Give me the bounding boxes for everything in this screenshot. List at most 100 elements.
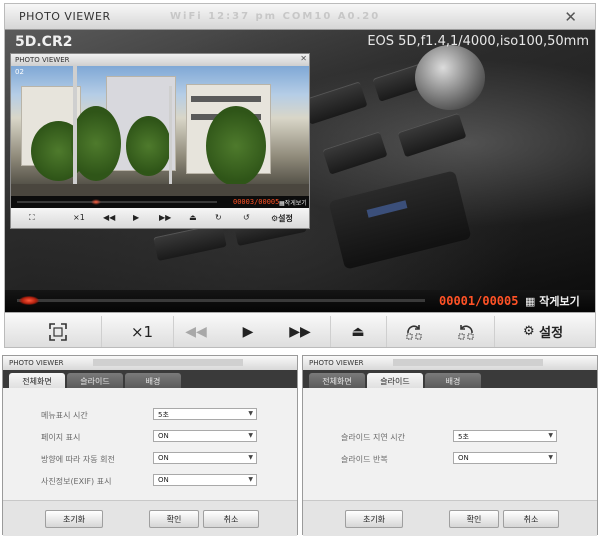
settings-label: 설정 — [539, 326, 564, 341]
fit-screen-icon: ⛶ — [29, 213, 35, 222]
next-button[interactable]: ▶▶ — [275, 313, 325, 347]
tab-fullscreen[interactable]: 전체화면 — [9, 373, 65, 388]
photo-pole — [169, 86, 172, 196]
rewind-icon: ◀◀ — [103, 213, 116, 222]
slide-delay-select[interactable]: 5초 ▼ — [453, 430, 557, 442]
rotate-left-button[interactable] — [441, 313, 491, 347]
photo-keyboard-key — [397, 112, 467, 158]
inset-progress-indicator[interactable] — [91, 199, 101, 205]
panel-body: 슬라이드 지연 시간 5초 ▼ 슬라이드 반복 ON ▼ — [303, 388, 597, 500]
inset-control-bar: ⛶ ×1 ◀◀ ▶ ▶▶ ⏏ ↻ ↺ ⚙설정 — [11, 208, 309, 228]
fit-screen-button[interactable] — [33, 313, 83, 347]
fit-screen-icon — [49, 322, 67, 341]
previous-button[interactable]: ◀◀ — [171, 313, 221, 347]
tab-bar: 전체화면 슬라이드 배경 — [303, 370, 597, 388]
ok-button[interactable]: 확인 — [149, 510, 199, 528]
progress-indicator[interactable] — [19, 296, 39, 305]
play-icon: ▶ — [133, 213, 140, 222]
panel-body: 메뉴표시 시간 5초 ▼ 페이지 표시 ON ▼ 방향에 따라 자동 회전 ON ▼ … — [3, 388, 297, 500]
thumbnail-button[interactable]: ▦ 작게보기 — [525, 293, 580, 309]
eject-icon: ⏏ — [189, 213, 197, 222]
status-area: WiFi 12:37 pm COM10 A0.20 — [170, 11, 381, 22]
tab-background[interactable]: 배경 — [425, 373, 481, 388]
eject-icon: ⏏ — [351, 323, 365, 340]
inset-close-button[interactable]: ✕ — [300, 54, 307, 63]
select-value: 5초 — [458, 433, 469, 441]
settings-panel-fullscreen: PHOTO VIEWER 전체화면 슬라이드 배경 메뉴표시 시간 5초 ▼ 페이… — [2, 355, 298, 536]
panel-footer: 초기화 확인 취소 — [3, 500, 297, 536]
grid-icon: ▦ — [525, 295, 540, 308]
reset-button[interactable]: 초기화 — [345, 510, 403, 528]
cancel-button[interactable]: 취소 — [203, 510, 259, 528]
setting-label: 방향에 따라 자동 회전 — [41, 455, 115, 464]
rotate-right-button[interactable] — [389, 313, 439, 347]
inset-play-button[interactable]: ▶ — [133, 213, 139, 222]
tab-slide[interactable]: 슬라이드 — [67, 373, 123, 388]
inset-zoom-button[interactable]: ×1 — [73, 213, 85, 222]
setting-label: 페이지 표시 — [41, 433, 81, 442]
title-bar: PHOTO VIEWER WiFi 12:37 pm COM10 A0.20 ✕ — [5, 4, 595, 30]
exif-display-select[interactable]: ON ▼ — [153, 474, 257, 486]
inset-thumbnail-label: 작게보기 — [284, 200, 307, 207]
inset-next-button[interactable]: ▶▶ — [159, 213, 171, 222]
dropdown-arrow-icon: ▼ — [248, 476, 253, 483]
dropdown-arrow-icon: ▼ — [548, 432, 553, 439]
panel-title: PHOTO VIEWER — [9, 359, 64, 367]
file-name: 5D.CR2 — [15, 34, 73, 50]
inset-title-bar: PHOTO VIEWER ✕ — [11, 54, 309, 66]
tab-fullscreen[interactable]: 전체화면 — [309, 373, 365, 388]
page-counter: 00001/00005 — [439, 294, 519, 308]
tab-background[interactable]: 배경 — [125, 373, 181, 388]
close-button[interactable]: ✕ — [564, 8, 577, 26]
auto-rotate-select[interactable]: ON ▼ — [153, 452, 257, 464]
dropdown-arrow-icon: ▼ — [548, 454, 553, 461]
cancel-button[interactable]: 취소 — [503, 510, 559, 528]
progress-track[interactable] — [17, 299, 425, 302]
setting-label: 슬라이드 지연 시간 — [341, 433, 405, 442]
inset-rotate-right-button[interactable]: ↻ — [215, 213, 222, 222]
inset-viewer-window: PHOTO VIEWER ✕ 02 00003/00005 ▦작게보기 ⛶ ×1… — [10, 53, 310, 229]
inset-eject-button[interactable]: ⏏ — [189, 213, 197, 222]
inset-rotate-left-button[interactable]: ↺ — [243, 213, 250, 222]
photo-tree — [71, 106, 121, 181]
inset-previous-button[interactable]: ◀◀ — [103, 213, 115, 222]
rotate-right-icon: ↻ — [215, 213, 222, 222]
tab-bar: 전체화면 슬라이드 배경 — [3, 370, 297, 388]
select-value: ON — [458, 454, 469, 462]
photo-tree — [126, 116, 171, 176]
photo-keyboard-key — [302, 81, 368, 125]
divider — [494, 316, 495, 347]
play-icon: ▶ — [242, 323, 254, 340]
divider — [101, 316, 102, 347]
panel-title-bar: PHOTO VIEWER — [3, 356, 297, 370]
select-value: ON — [158, 432, 169, 440]
page-display-select[interactable]: ON ▼ — [153, 430, 257, 442]
tab-slide[interactable]: 슬라이드 — [367, 373, 423, 388]
reset-button[interactable]: 초기화 — [45, 510, 103, 528]
fast-forward-icon: ▶▶ — [289, 323, 311, 340]
panel-title-bar: PHOTO VIEWER — [303, 356, 597, 370]
menu-display-time-select[interactable]: 5초 ▼ — [153, 408, 257, 420]
app-title: PHOTO VIEWER — [19, 10, 111, 23]
setting-label: 슬라이드 반복 — [341, 455, 388, 464]
photo-keyboard-key — [322, 131, 388, 175]
inset-photo-display[interactable]: 02 — [11, 66, 309, 196]
inset-progress-track[interactable] — [17, 201, 217, 203]
photo-tree — [206, 106, 266, 186]
panel-title: PHOTO VIEWER — [309, 359, 364, 367]
inset-thumbnail-button[interactable]: ▦작게보기 — [279, 198, 307, 207]
settings-button[interactable]: ⚙ 설정 — [503, 313, 583, 347]
inset-settings-label: 설정 — [278, 214, 293, 223]
dropdown-arrow-icon: ▼ — [248, 432, 253, 439]
inset-fit-screen-button[interactable]: ⛶ — [29, 213, 35, 223]
slide-repeat-select[interactable]: ON ▼ — [453, 452, 557, 464]
photo-street — [11, 184, 309, 196]
divider — [330, 316, 331, 347]
eject-button[interactable]: ⏏ — [333, 313, 383, 347]
rotate-left-icon — [458, 324, 474, 339]
ok-button[interactable]: 확인 — [449, 510, 499, 528]
rotate-right-icon — [406, 324, 422, 339]
play-button[interactable]: ▶ — [223, 313, 273, 347]
inset-settings-button[interactable]: ⚙설정 — [271, 213, 293, 224]
zoom-button[interactable]: ×1 — [117, 313, 167, 347]
